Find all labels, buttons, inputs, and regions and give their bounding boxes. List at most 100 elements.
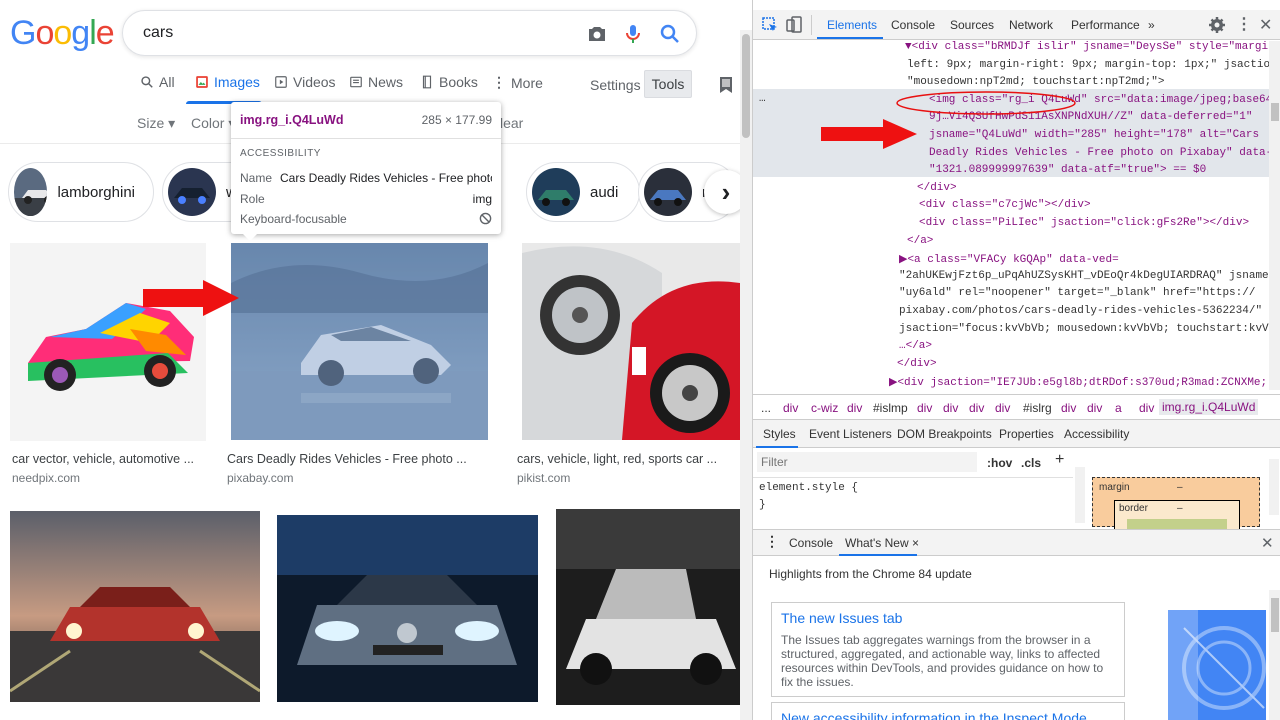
breadcrumb-item[interactable]: div	[1087, 401, 1102, 415]
image-result[interactable]	[277, 515, 538, 720]
dom-scrollbar[interactable]	[1269, 41, 1280, 390]
image-result[interactable]: Cars Deadly Rides Vehicles - Free photo …	[225, 243, 495, 493]
dom-node-line[interactable]: "1321.089999997639" data-atf="true"> == …	[929, 164, 1206, 176]
breadcrumb-item[interactable]: #islrg	[1023, 401, 1052, 415]
breadcrumb-item[interactable]: #islmp	[873, 401, 908, 415]
dom-node-line[interactable]: ▶<a class="VFACy kGQAp" data-ved=	[899, 252, 1119, 266]
result-image[interactable]	[522, 243, 740, 440]
drawer-tab-console[interactable]: Console	[789, 536, 833, 550]
tab-more[interactable]: »	[1148, 18, 1155, 32]
tab-more[interactable]: ⋮ More	[492, 74, 543, 91]
result-source[interactable]: pikist.com	[517, 471, 570, 485]
tab-videos[interactable]: Videos	[274, 74, 336, 90]
box-model-border[interactable]: border –	[1114, 500, 1240, 533]
tab-dom-breakpoints[interactable]: DOM Breakpoints	[897, 427, 992, 441]
close-icon[interactable]: ✕	[1261, 534, 1274, 552]
dom-node-line[interactable]: <div class="PiLIec" jsaction="click:gFs2…	[919, 217, 1249, 229]
breadcrumb-item[interactable]: div	[943, 401, 958, 415]
node-ellipsis[interactable]: …	[759, 93, 766, 105]
card-title[interactable]: New accessibility information in the Ins…	[781, 710, 1124, 720]
breadcrumb-item[interactable]: div	[847, 401, 862, 415]
dom-node-line[interactable]: ▼<div class="bRMDJf islir" jsname="DeysS…	[905, 41, 1269, 53]
dom-node-line[interactable]: </div>	[917, 182, 957, 194]
google-logo[interactable]: Google	[10, 14, 115, 53]
result-image[interactable]	[277, 515, 538, 702]
breadcrumb-item[interactable]: div	[969, 401, 984, 415]
result-image[interactable]	[10, 511, 260, 702]
breadcrumb-item[interactable]: a	[1115, 401, 1122, 415]
color-filter[interactable]: Color ▾	[191, 115, 235, 132]
breadcrumb-item[interactable]: div	[995, 401, 1010, 415]
search-box[interactable]: cars	[122, 10, 697, 56]
dom-node-line[interactable]: <div class="c7cjWc"></div>	[919, 199, 1091, 211]
chip-audi[interactable]: audi	[526, 162, 640, 222]
bookmark-icon[interactable]	[719, 76, 733, 94]
box-model-margin[interactable]: margin – border –	[1092, 477, 1260, 533]
camera-icon[interactable]	[585, 22, 609, 46]
tab-news[interactable]: News	[349, 74, 403, 90]
microphone-icon[interactable]	[621, 22, 645, 46]
element-style-selector[interactable]: element.style {	[759, 482, 858, 494]
more-vert-icon[interactable]: ⋮	[1236, 14, 1252, 34]
image-result[interactable]	[10, 511, 260, 720]
styles-filter-input[interactable]	[757, 452, 977, 472]
dom-node-line[interactable]: jsaction="focus:kvVbVb; mousedown:kvVbVb…	[899, 323, 1269, 335]
page-scrollbar[interactable]	[740, 30, 752, 720]
result-title[interactable]: Cars Deadly Rides Vehicles - Free photo …	[227, 452, 467, 466]
drawer-scrollbar[interactable]	[1269, 590, 1280, 720]
tab-all[interactable]: All	[140, 74, 175, 90]
tab-images[interactable]: Images	[195, 74, 260, 90]
tab-sources[interactable]: Sources	[950, 18, 994, 32]
breadcrumb-item[interactable]: div	[1061, 401, 1076, 415]
search-icon[interactable]	[658, 22, 682, 46]
breadcrumb-item[interactable]: img.rg_i.Q4LuWd	[1159, 399, 1259, 415]
hov-toggle[interactable]: :hov	[987, 456, 1012, 470]
image-result[interactable]: cars, vehicle, light, red, sports car ..…	[515, 243, 741, 493]
tab-console[interactable]: Console	[891, 18, 935, 32]
scrollbar-thumb[interactable]	[1271, 103, 1279, 121]
gear-icon[interactable]	[1208, 16, 1226, 34]
breadcrumb-item[interactable]: div	[783, 401, 798, 415]
tab-performance[interactable]: Performance	[1071, 18, 1140, 32]
device-toolbar-icon[interactable]	[785, 16, 803, 34]
dom-node-line[interactable]: left: 9px; margin-right: 9px; margin-top…	[907, 59, 1269, 71]
dom-node-line[interactable]: Deadly Rides Vehicles - Free photo on Pi…	[929, 147, 1269, 159]
dom-node-line[interactable]: jsname="Q4LuWd" width="285" height="178"…	[929, 129, 1259, 141]
result-title[interactable]: car vector, vehicle, automotive ...	[12, 452, 194, 466]
tab-styles[interactable]: Styles	[763, 427, 796, 441]
dom-node-line[interactable]: "mousedown:npT2md; touchstart:npT2md;">	[907, 76, 1164, 88]
whats-new-card[interactable]: New accessibility information in the Ins…	[771, 702, 1125, 720]
result-source[interactable]: needpix.com	[12, 471, 80, 485]
dom-node-line[interactable]: </div>	[897, 358, 937, 370]
tab-accessibility[interactable]: Accessibility	[1064, 427, 1129, 441]
whats-new-card[interactable]: The new Issues tab The Issues tab aggreg…	[771, 602, 1125, 697]
tab-properties[interactable]: Properties	[999, 427, 1054, 441]
result-image[interactable]	[10, 243, 206, 441]
dom-node-line[interactable]: "uy6ald" rel="noopener" target="_blank" …	[899, 287, 1255, 299]
settings-link[interactable]: Settings	[590, 77, 641, 93]
close-icon[interactable]: ✕	[1259, 15, 1272, 35]
styles-scrollbar[interactable]	[1075, 467, 1085, 523]
tools-button[interactable]: Tools	[644, 70, 692, 98]
dom-node-line[interactable]: ▶<div jsaction="IE7JUb:e5gl8b;dtRDof:s37…	[889, 375, 1267, 389]
breadcrumb-item[interactable]: ...	[761, 401, 771, 415]
tab-books[interactable]: Books	[420, 74, 478, 90]
size-filter[interactable]: Size ▾	[137, 115, 175, 132]
inspect-element-icon[interactable]	[761, 16, 779, 34]
chip-lamborghini[interactable]: lamborghini	[8, 162, 154, 222]
box-model-scrollbar[interactable]	[1269, 459, 1279, 515]
dom-node-line[interactable]: </a>	[907, 235, 933, 247]
result-image-highlighted[interactable]	[231, 243, 488, 440]
card-title[interactable]: The new Issues tab	[781, 610, 902, 626]
result-image[interactable]	[556, 509, 740, 705]
tab-network[interactable]: Network	[1009, 18, 1053, 32]
more-vert-icon[interactable]: ⋮	[765, 533, 779, 550]
tab-event-listeners[interactable]: Event Listeners	[809, 427, 892, 441]
breadcrumb-item[interactable]: c-wiz	[811, 401, 838, 415]
scrollbar-thumb[interactable]	[1271, 598, 1279, 632]
dom-node-line[interactable]: pixabay.com/photos/cars-deadly-rides-veh…	[899, 305, 1262, 317]
dom-node-line[interactable]: "2ahUKEwjFzt6p_uPqAhUZSysKHT_vDEoQr4kDeg…	[899, 270, 1269, 282]
clear-filter[interactable]: lear	[500, 115, 523, 131]
breadcrumb-item[interactable]: div	[1139, 401, 1154, 415]
result-title[interactable]: cars, vehicle, light, red, sports car ..…	[517, 452, 717, 466]
